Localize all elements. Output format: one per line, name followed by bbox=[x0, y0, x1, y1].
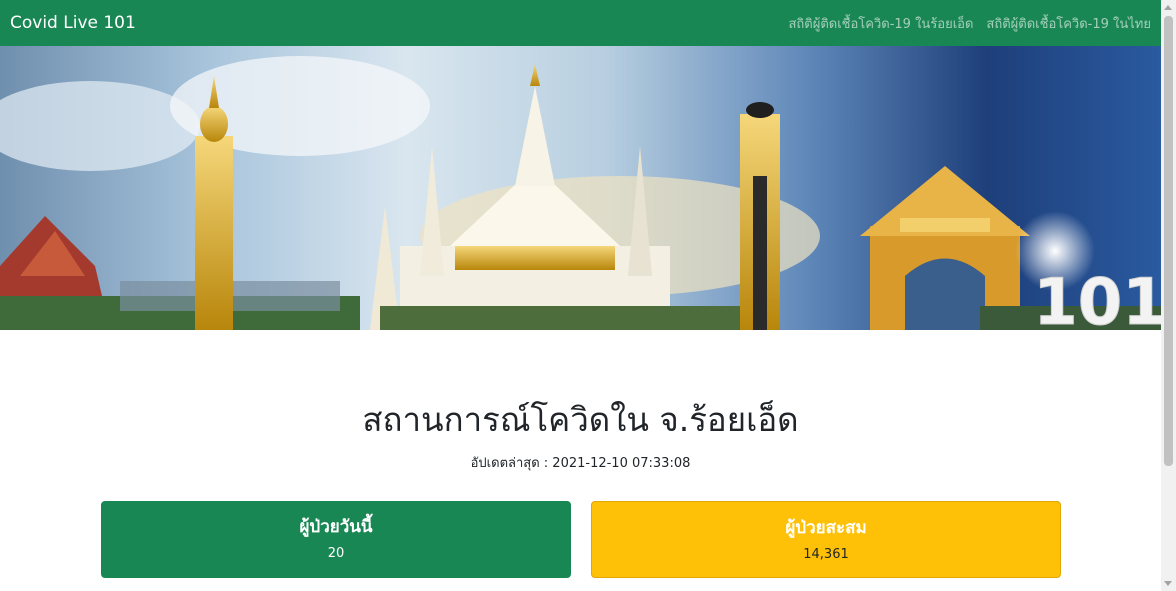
vertical-scrollbar[interactable] bbox=[1161, 0, 1176, 591]
total-cases-card: ผู้ป่วยสะสม 14,361 bbox=[591, 501, 1061, 578]
top-navbar: Covid Live 101 สถิติผู้ติดเชื้อโควิด-19 … bbox=[0, 0, 1161, 46]
today-cases-value: 20 bbox=[327, 546, 345, 561]
total-cases-value: 14,361 bbox=[803, 547, 849, 562]
today-cases-title: ผู้ป่วยวันนี้ bbox=[299, 517, 373, 537]
hero-banner-image: 101 bbox=[0, 46, 1161, 330]
last-updated-text: อัปเดตล่าสุด : 2021-12-10 07:33:08 bbox=[470, 456, 691, 471]
today-cases-card: ผู้ป่วยวันนี้ 20 bbox=[101, 501, 571, 578]
brand-link[interactable]: Covid Live 101 bbox=[10, 13, 136, 33]
nav-links: สถิติผู้ติดเชื้อโควิด-19 ในร้อยเอ็ด สถิต… bbox=[788, 13, 1151, 34]
total-cases-title: ผู้ป่วยสะสม bbox=[785, 518, 867, 538]
nav-link-thailand-stats[interactable]: สถิติผู้ติดเชื้อโควิด-19 ในไทย bbox=[986, 13, 1151, 34]
banner-logo-text: 101 bbox=[1033, 266, 1161, 330]
scroll-down-arrow-icon[interactable] bbox=[1164, 581, 1172, 586]
page-title: สถานการณ์โควิดใน จ.ร้อยเอ็ด bbox=[362, 400, 799, 439]
scroll-up-arrow-icon[interactable] bbox=[1164, 5, 1172, 10]
scrollbar-thumb[interactable] bbox=[1164, 16, 1173, 466]
nav-link-roiet-stats[interactable]: สถิติผู้ติดเชื้อโควิด-19 ในร้อยเอ็ด bbox=[788, 13, 973, 34]
